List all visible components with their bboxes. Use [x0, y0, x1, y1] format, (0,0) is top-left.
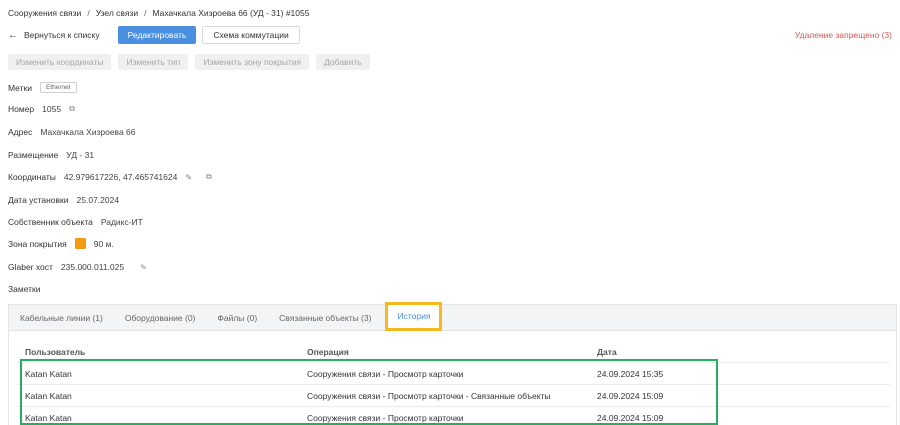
edit-button[interactable]: Редактировать — [117, 26, 197, 44]
field-coverage-zone: Зона покрытия 90 м. — [8, 238, 114, 249]
field-owner: Собственник объекта Радикс-ИТ — [8, 217, 143, 227]
column-header-date: Дата — [597, 346, 617, 357]
coverage-zone-color-swatch — [74, 238, 86, 249]
field-notes: Заметки — [8, 284, 41, 294]
tabs-bar: Кабельные линии (1) Оборудование (0) Фай… — [9, 302, 896, 331]
notes-label: Заметки — [8, 284, 41, 294]
table-row: Katan Katan Сооружения связи - Просмотр … — [17, 385, 890, 407]
action-buttons: Изменить координаты Изменить тип Изменит… — [8, 54, 370, 70]
tab-history[interactable]: История — [385, 302, 443, 331]
arrow-left-icon: ← — [8, 29, 18, 41]
tab-cable-lines[interactable]: Кабельные линии (1) — [9, 305, 114, 331]
tab-files[interactable]: Файлы (0) — [206, 305, 268, 331]
copy-icon[interactable]: ⧉ — [69, 104, 75, 114]
number-value: 1055 — [42, 104, 62, 114]
table-header-row: Пользователь Операция Дата — [17, 341, 890, 363]
table-row: Katan Katan Сооружения связи - Просмотр … — [17, 407, 890, 425]
field-tags: Метки Ethernet — [8, 82, 77, 93]
coordinates-label: Координаты — [8, 172, 56, 182]
breadcrumb-item-structures[interactable]: Сооружения связи — [8, 8, 81, 18]
breadcrumb-item-current: Махачкала Хизроева 66 (УД - 31) #1055 — [152, 8, 310, 18]
tag-ethernet: Ethernet — [39, 82, 77, 93]
tab-related-objects[interactable]: Связанные объекты (3) — [268, 305, 382, 331]
cell-operation: Сооружения связи - Просмотр карточки — [307, 412, 464, 423]
owner-label: Собственник объекта — [8, 217, 93, 227]
address-label: Адрес — [8, 127, 33, 137]
edit-icon[interactable]: ✎ — [185, 173, 192, 182]
back-to-list-link[interactable]: ← Вернуться к списку — [8, 30, 100, 41]
field-install-date: Дата установки 25.07.2024 — [8, 195, 119, 205]
cell-user: Katan Katan — [25, 368, 72, 379]
cell-operation: Сооружения связи - Просмотр карточки - С… — [307, 390, 551, 401]
cell-date: 24.09.2024 15:35 — [597, 368, 664, 379]
owner-value: Радикс-ИТ — [100, 217, 143, 227]
field-glaber-host: Glaber хост 235.000.011.025 ✎ — [8, 262, 147, 272]
breadcrumb-item-node[interactable]: Узел связи — [96, 8, 138, 18]
table-row: Katan Katan Сооружения связи - Просмотр … — [17, 363, 890, 385]
install-date-value: 25.07.2024 — [76, 195, 120, 205]
tabs-panel: Кабельные линии (1) Оборудование (0) Фай… — [8, 302, 897, 425]
coordinates-value: 42.979617226, 47.465741624 — [63, 172, 178, 182]
tab-equipment[interactable]: Оборудование (0) — [114, 305, 207, 331]
coverage-zone-label: Зона покрытия — [8, 238, 67, 249]
cell-date: 24.09.2024 15:09 — [597, 412, 664, 423]
delete-forbidden-text: Удаление запрещено (3) — [794, 30, 892, 40]
field-coordinates: Координаты 42.979617226, 47.465741624 ✎ … — [8, 172, 212, 182]
cell-date: 24.09.2024 15:09 — [597, 390, 664, 401]
breadcrumb-separator: / — [87, 8, 90, 18]
field-number: Номер 1055 ⧉ — [8, 104, 75, 114]
number-label: Номер — [8, 104, 35, 114]
cell-user: Katan Katan — [25, 412, 72, 423]
cell-operation: Сооружения связи - Просмотр карточки — [307, 368, 464, 379]
switching-scheme-button[interactable]: Схема коммутации — [202, 26, 300, 44]
coverage-zone-value: 90 м. — [93, 238, 114, 249]
breadcrumb-separator: / — [144, 8, 147, 18]
cell-user: Katan Katan — [25, 390, 72, 401]
add-button[interactable]: Добавить — [316, 54, 370, 70]
placement-value: УД - 31 — [66, 150, 95, 160]
install-date-label: Дата установки — [8, 195, 69, 205]
field-address: Адрес Махачкала Хизроева 66 — [8, 127, 136, 137]
column-header-user: Пользователь — [25, 346, 86, 357]
field-placement: Размещение УД - 31 — [8, 150, 94, 160]
copy-icon[interactable]: ⧉ — [206, 172, 212, 182]
column-header-operation: Операция — [307, 346, 349, 357]
history-table: Пользователь Операция Дата Katan Katan С… — [17, 341, 890, 425]
glaber-host-label: Glaber хост — [8, 262, 53, 272]
glaber-host-value: 235.000.011.025 — [60, 262, 125, 272]
toolbar: ← Вернуться к списку Редактировать Схема… — [8, 26, 892, 44]
change-coverage-zone-button[interactable]: Изменить зону покрытия — [195, 54, 310, 70]
back-to-list-label: Вернуться к списку — [24, 30, 100, 40]
address-value: Махачкала Хизроева 66 — [40, 127, 136, 137]
change-type-button[interactable]: Изменить тип — [118, 54, 189, 70]
breadcrumb: Сооружения связи / Узел связи / Махачкал… — [8, 8, 309, 18]
edit-icon[interactable]: ✎ — [140, 263, 147, 272]
change-coordinates-button[interactable]: Изменить координаты — [8, 54, 112, 70]
placement-label: Размещение — [8, 150, 59, 160]
tags-label: Метки — [8, 82, 32, 93]
